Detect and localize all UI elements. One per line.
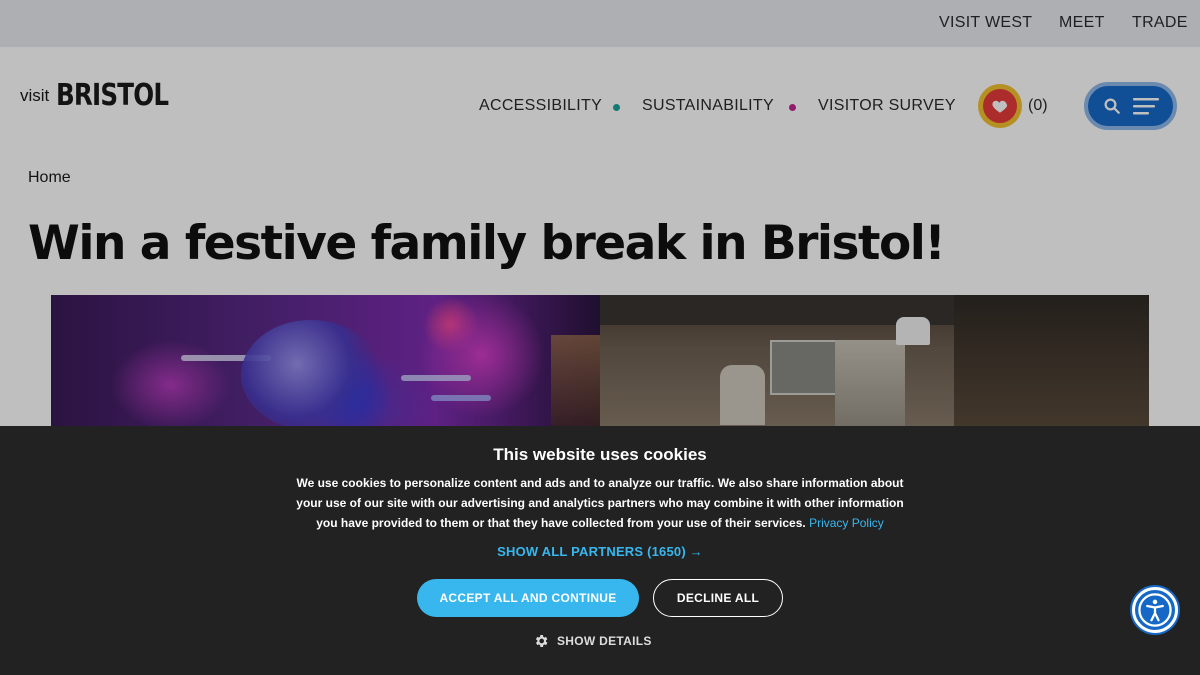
favourites-count: (0) xyxy=(1028,97,1048,114)
page-title: Win a festive family break in Bristol! xyxy=(28,216,946,271)
accessibility-widget-button[interactable] xyxy=(1132,587,1178,633)
meet-link[interactable]: MEET xyxy=(1059,14,1105,32)
heart-icon xyxy=(992,100,1008,113)
nav-sustainability[interactable]: SUSTAINABILITY xyxy=(642,97,774,115)
nav-separator-dot xyxy=(613,104,620,111)
cookie-banner: This website uses cookies We use cookies… xyxy=(0,426,1200,675)
decorative-light xyxy=(431,395,491,401)
gear-icon xyxy=(535,635,548,647)
privacy-policy-link[interactable]: Privacy Policy xyxy=(809,516,884,530)
kitchen-staff xyxy=(720,365,765,425)
favourites-badge xyxy=(983,89,1017,123)
cookie-description: We use cookies to personalize content an… xyxy=(290,473,910,533)
chef-figure xyxy=(835,340,905,426)
logo-visit-text: visit xyxy=(20,86,50,105)
nav-separator-dot xyxy=(789,104,796,111)
search-icon[interactable] xyxy=(1103,97,1121,115)
trade-link[interactable]: TRADE xyxy=(1132,14,1188,32)
chef-hat xyxy=(896,317,930,345)
breadcrumb-home[interactable]: Home xyxy=(28,169,71,187)
hamburger-icon[interactable] xyxy=(1132,97,1159,115)
favourites-button[interactable] xyxy=(978,84,1022,128)
hero-image-kitchen xyxy=(600,295,1149,426)
show-details-label: SHOW DETAILS xyxy=(557,634,652,648)
show-partners-link[interactable]: SHOW ALL PARTNERS (1650) → xyxy=(0,544,1200,559)
visit-west-link[interactable]: VISIT WEST xyxy=(939,14,1032,32)
nav-visitor-survey[interactable]: VISITOR SURVEY xyxy=(818,97,956,115)
accept-all-button[interactable]: ACCEPT ALL AND CONTINUE xyxy=(417,579,639,617)
nav-accessibility[interactable]: ACCESSIBILITY xyxy=(479,97,602,115)
accessibility-icon xyxy=(1138,593,1172,627)
search-menu-button[interactable] xyxy=(1084,82,1177,130)
show-details-toggle[interactable]: SHOW DETAILS xyxy=(533,632,652,650)
logo-bristol-text: BRISTOL xyxy=(56,78,169,113)
cookie-heading: This website uses cookies xyxy=(493,445,707,464)
decorative-light xyxy=(401,375,471,381)
decorative-tree xyxy=(551,335,600,426)
restaurant-background xyxy=(954,295,1149,426)
hero-image-light-show xyxy=(51,295,600,426)
projected-face xyxy=(241,320,381,426)
utility-bar: VISIT WEST MEET TRADE xyxy=(0,0,1200,47)
decline-all-button[interactable]: DECLINE ALL xyxy=(653,579,783,617)
